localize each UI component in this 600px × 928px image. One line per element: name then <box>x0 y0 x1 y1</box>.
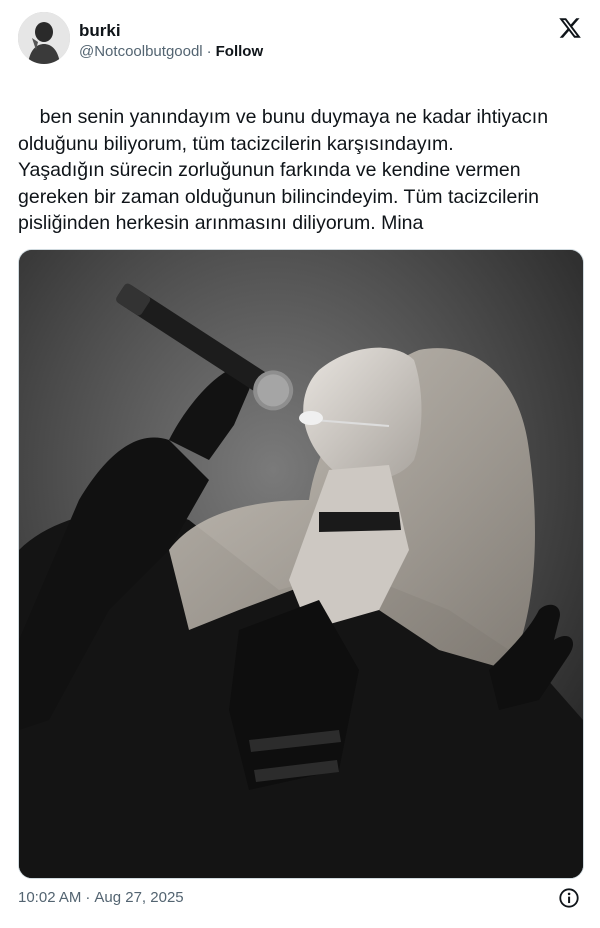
user-avatar-icon <box>18 12 70 64</box>
tweet-footer: 10:02 AM · Aug 27, 2025 <box>18 887 582 911</box>
tweet-header: burki @Notcoolbutgoodl · Follow <box>18 12 582 68</box>
timestamp-date: Aug 27, 2025 <box>94 889 184 906</box>
x-logo-icon[interactable] <box>558 16 582 40</box>
handle-separator: · <box>206 43 212 60</box>
concert-photo <box>19 250 583 878</box>
handle-line: @Notcoolbutgoodl · Follow <box>79 43 263 60</box>
avatar[interactable] <box>18 12 70 64</box>
tweet-body: ben senin yanındayım ve bunu duymaya ne … <box>18 106 549 235</box>
follow-button[interactable]: Follow <box>216 43 264 60</box>
timestamp[interactable]: 10:02 AM · Aug 27, 2025 <box>18 889 184 906</box>
tweet-photo[interactable] <box>18 249 584 879</box>
tweet-card: burki @Notcoolbutgoodl · Follow ben senin … <box>0 0 600 928</box>
timestamp-separator: · <box>85 889 91 906</box>
info-icon[interactable] <box>558 887 580 909</box>
timestamp-time: 10:02 AM <box>18 889 82 906</box>
display-name[interactable]: burki <box>79 21 121 41</box>
user-handle[interactable]: @Notcoolbutgoodl <box>79 43 203 60</box>
